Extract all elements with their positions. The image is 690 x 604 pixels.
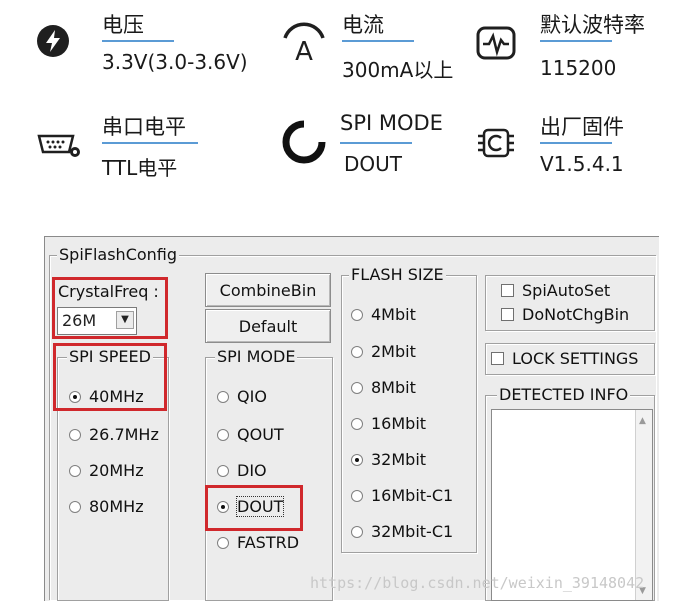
radio-40mhz[interactable]: 40MHz — [69, 387, 144, 406]
firmware-chip-icon — [475, 124, 517, 168]
flash-size-title: FLASH SIZE — [349, 265, 446, 284]
default-button[interactable]: Default — [205, 309, 331, 343]
lock-settings-checkbox[interactable]: LOCK SETTINGS — [491, 349, 638, 368]
scrollbar[interactable]: ▲ ▼ — [635, 410, 652, 600]
checkbox-box — [501, 284, 514, 297]
spec-value: 3.3V(3.0-3.6V) — [102, 50, 248, 74]
radio-8mbit[interactable]: 8Mbit — [351, 378, 416, 397]
spec-value: DOUT — [344, 152, 402, 176]
radio-dot — [217, 536, 229, 549]
spec-value: 115200 — [540, 56, 617, 80]
combine-bin-button[interactable]: CombineBin — [205, 273, 331, 307]
radio-20mhz[interactable]: 20MHz — [69, 461, 144, 480]
radio-dot — [351, 308, 363, 321]
radio-dot — [69, 390, 81, 403]
spec-value: V1.5.4.1 — [540, 152, 624, 176]
panel-title: SpiFlashConfig — [57, 245, 180, 264]
radio-qio[interactable]: QIO — [217, 387, 267, 406]
radio-32mbit-c1[interactable]: 32Mbit-C1 — [351, 522, 453, 541]
radio-dot — [217, 464, 229, 477]
detected-info-title: DETECTED INFO — [497, 385, 631, 404]
radio-dot — [351, 489, 363, 502]
radio-80mhz[interactable]: 80MHz — [69, 497, 144, 516]
spec-label: SPI MODE — [340, 111, 443, 135]
spi-flash-config-panel: SpiFlashConfig CrystalFreq : 26M ▼ SPI S… — [44, 236, 659, 601]
radio-dot — [351, 525, 363, 538]
checkbox-box — [491, 352, 504, 365]
spec-label: 默认波特率 — [540, 13, 645, 37]
radio-2mbit[interactable]: 2Mbit — [351, 342, 416, 361]
spec-label: 电压 — [102, 13, 144, 37]
radio-16mbit-c1[interactable]: 16Mbit-C1 — [351, 486, 453, 505]
waveform-icon — [475, 24, 517, 66]
radio-4mbit[interactable]: 4Mbit — [351, 305, 416, 324]
svg-text:A: A — [295, 37, 313, 64]
ampere-icon: A — [282, 20, 326, 68]
radio-dot — [69, 500, 81, 513]
radio-26-7mhz[interactable]: 26.7MHz — [69, 425, 159, 444]
detected-info-textarea[interactable]: ▲ ▼ — [491, 409, 653, 601]
radio-32mbit[interactable]: 32Mbit — [351, 450, 426, 469]
spec-label: 串口电平 — [102, 115, 186, 139]
radio-fastrd[interactable]: FASTRD — [217, 533, 299, 552]
serial-port-icon — [36, 130, 82, 164]
radio-16mbit[interactable]: 16Mbit — [351, 414, 426, 433]
radio-dio[interactable]: DIO — [217, 461, 267, 480]
radio-dot — [69, 428, 81, 441]
do-not-chg-bin-checkbox[interactable]: DoNotChgBin — [501, 305, 629, 324]
lightning-bolt-icon — [36, 24, 70, 62]
radio-dot — [217, 428, 229, 441]
scroll-up-arrow-icon[interactable]: ▲ — [639, 416, 646, 426]
radio-qout[interactable]: QOUT — [217, 425, 284, 444]
radio-dot — [69, 464, 81, 477]
radio-dot — [351, 381, 363, 394]
spec-label: 电流 — [342, 13, 384, 37]
spi-auto-set-checkbox[interactable]: SpiAutoSet — [501, 281, 610, 300]
spec-value: TTL电平 — [102, 156, 178, 180]
radio-dot — [351, 345, 363, 358]
spec-value: 300mA以上 — [342, 58, 454, 82]
spi-mode-title: SPI MODE — [215, 347, 298, 366]
radio-dot — [217, 390, 229, 403]
radio-dot — [351, 453, 363, 466]
spi-mode-icon — [280, 118, 328, 170]
watermark: https://blog.csdn.net/weixin_39148042 — [310, 574, 645, 592]
spec-label: 出厂固件 — [540, 115, 624, 139]
checkbox-box — [501, 308, 514, 321]
radio-dot — [351, 417, 363, 430]
